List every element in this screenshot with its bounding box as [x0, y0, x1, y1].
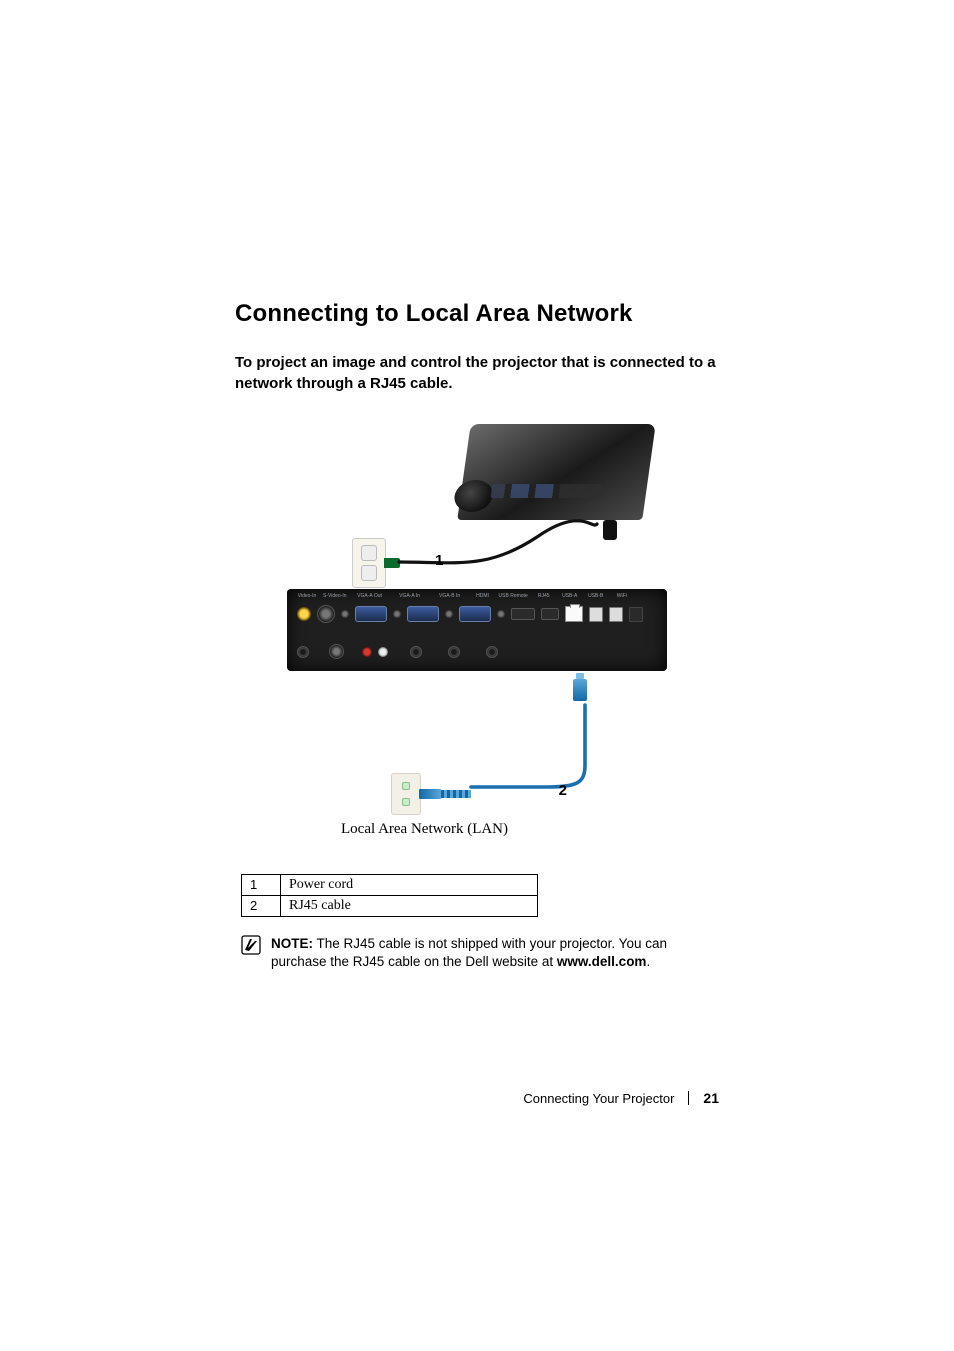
port-label: USB-B	[586, 593, 606, 599]
port-screw	[497, 610, 505, 618]
figure-top-projector-power: 1	[287, 424, 667, 589]
panel-row-bottom	[297, 644, 657, 659]
port-label: Video-In	[297, 593, 317, 599]
port-vga-a-out	[355, 606, 387, 622]
port-label: USB Remote	[499, 593, 528, 599]
port-rj45	[565, 606, 583, 622]
callout-key-table: 1 Power cord 2 RJ45 cable	[241, 874, 538, 917]
section-heading: Connecting to Local Area Network	[235, 300, 719, 328]
footer-section-title: Connecting Your Projector	[523, 1091, 674, 1106]
panel-row-top	[297, 605, 657, 623]
port-hdmi	[511, 608, 535, 620]
footer-page-number: 21	[703, 1090, 719, 1106]
note-body-after: .	[646, 954, 650, 969]
table-row: 2 RJ45 cable	[242, 896, 538, 917]
port-audio-b-in	[448, 646, 460, 658]
port-screw	[445, 610, 453, 618]
figure-caption: Local Area Network (LAN)	[341, 821, 667, 838]
note-icon	[241, 935, 261, 971]
lan-router-illustration	[391, 773, 421, 815]
port-label: VGA-A In	[393, 593, 427, 599]
port-dc12v	[329, 644, 344, 659]
port-label: VGA-B In	[433, 593, 467, 599]
rj45-cable-line	[427, 687, 627, 807]
projector-connector-panel: Video-In S-Video-In VGA-A Out VGA-A In V…	[287, 589, 667, 671]
port-rs232	[297, 646, 309, 658]
port-label: VGA-A Out	[353, 593, 387, 599]
key-number: 2	[242, 896, 281, 917]
port-screw	[393, 610, 401, 618]
port-video-in	[297, 607, 311, 621]
page: Connecting to Local Area Network To proj…	[0, 0, 954, 1351]
note-url: www.dell.com	[557, 954, 647, 969]
figure-callout-1: 1	[435, 552, 443, 569]
port-s-video	[317, 605, 335, 623]
port-label: HDMI	[473, 593, 493, 599]
wall-outlet-illustration	[352, 538, 386, 588]
port-usb-remote	[541, 608, 559, 620]
note-text: NOTE: The RJ45 cable is not shipped with…	[271, 935, 719, 971]
port-vga-a-in	[407, 606, 439, 622]
power-cord-projector-plug	[603, 520, 617, 540]
figure-bottom-router-rj45: 2	[287, 675, 667, 815]
port-audio-c-l	[362, 647, 372, 657]
port-audio-a-in	[410, 646, 422, 658]
port-vga-b-in	[459, 606, 491, 622]
note-block: NOTE: The RJ45 cable is not shipped with…	[241, 935, 719, 971]
figure-lan-connection: 1 Video-In S-Video-In VGA-A Out VGA-A In…	[287, 424, 667, 838]
footer-divider	[688, 1091, 689, 1105]
section-subheading: To project an image and control the proj…	[235, 352, 719, 394]
port-wifi	[629, 607, 643, 622]
port-audio-out	[486, 646, 498, 658]
port-audio-c-r	[378, 647, 388, 657]
key-description: Power cord	[281, 875, 538, 896]
panel-top-labels: Video-In S-Video-In VGA-A Out VGA-A In V…	[297, 593, 657, 599]
rj45-plug-router-side	[419, 789, 441, 799]
port-label: RJ45	[534, 593, 554, 599]
port-label: USB-A	[560, 593, 580, 599]
note-label: NOTE:	[271, 936, 313, 951]
port-usb-a	[589, 607, 603, 622]
port-label: WiFi	[612, 593, 632, 599]
port-usb-b	[609, 607, 623, 622]
port-screw	[341, 610, 349, 618]
figure-callout-2: 2	[559, 782, 567, 799]
key-number: 1	[242, 875, 281, 896]
page-footer: Connecting Your Projector 21	[523, 1090, 719, 1106]
port-label: S-Video-In	[323, 593, 347, 599]
table-row: 1 Power cord	[242, 875, 538, 896]
key-description: RJ45 cable	[281, 896, 538, 917]
